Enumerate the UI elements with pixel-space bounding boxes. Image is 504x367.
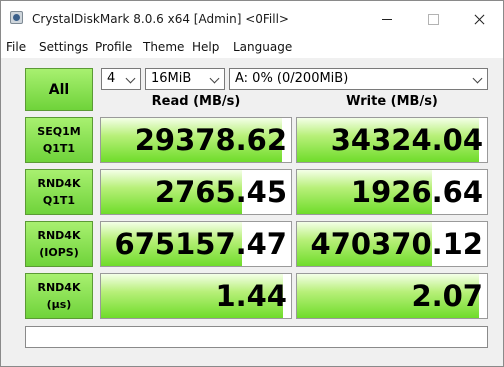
write-result-value: 1926.64: [350, 175, 483, 209]
test-name-line2: Q1T1: [42, 142, 76, 155]
test-name-line2: (μs): [46, 298, 72, 311]
minimize-icon: [382, 18, 392, 20]
write-result-seq1m-q1t1: 34324.04: [296, 117, 488, 163]
crystaldiskmark-app-icon: [10, 11, 23, 24]
title-bar[interactable]: CrystalDiskMark 8.0.6 x64 [Admin] <0Fill…: [1, 1, 503, 37]
test-name-line1: RND4K: [37, 229, 81, 242]
chevron-down-icon: [472, 73, 483, 84]
test-size-select[interactable]: 16MiB: [145, 68, 225, 90]
test-count-select[interactable]: 4: [101, 68, 141, 90]
comment-input[interactable]: [25, 326, 488, 348]
write-result-value: 2.07: [411, 279, 483, 313]
write-column-header: Write (MB/s): [346, 94, 438, 109]
chevron-down-icon: [125, 73, 136, 84]
run-all-button[interactable]: All: [25, 68, 93, 111]
read-result-rnd4k-latency: 1.44: [100, 273, 292, 319]
close-button[interactable]: [456, 1, 502, 37]
maximize-button[interactable]: [410, 1, 456, 37]
app-window: CrystalDiskMark 8.0.6 x64 [Admin] <0Fill…: [0, 0, 504, 367]
read-result-value: 2765.45: [154, 175, 287, 209]
menu-help[interactable]: Help: [192, 40, 219, 54]
read-result-rnd4k-iops: 675157.47: [100, 221, 292, 267]
test-button-seq1m-q1t1[interactable]: SEQ1M Q1T1: [25, 117, 93, 163]
write-result-rnd4k-iops: 470370.12: [296, 221, 488, 267]
write-result-value: 34324.04: [330, 123, 483, 157]
test-name-line1: RND4K: [37, 281, 81, 294]
read-result-seq1m-q1t1: 29378.62: [100, 117, 292, 163]
write-result-value: 470370.12: [310, 227, 483, 261]
read-result-value: 1.44: [215, 279, 287, 313]
chevron-down-icon: [209, 73, 220, 84]
menu-bar: File Settings Profile Theme Help Languag…: [1, 37, 503, 58]
write-result-rnd4k-latency: 2.07: [296, 273, 488, 319]
menu-profile[interactable]: Profile: [95, 40, 132, 54]
test-size-value: 16MiB: [151, 71, 192, 86]
window-title: CrystalDiskMark 8.0.6 x64 [Admin] <0Fill…: [32, 12, 289, 26]
read-result-value: 675157.47: [114, 227, 287, 261]
close-icon: [474, 14, 485, 25]
test-button-rnd4k-latency[interactable]: RND4K (μs): [25, 273, 93, 319]
test-button-rnd4k-q1t1[interactable]: RND4K Q1T1: [25, 169, 93, 215]
write-result-rnd4k-q1t1: 1926.64: [296, 169, 488, 215]
menu-settings[interactable]: Settings: [39, 40, 88, 54]
test-name-line2: (IOPS): [39, 246, 79, 259]
menu-theme[interactable]: Theme: [143, 40, 184, 54]
main-panel: All 4 16MiB A: 0% (0/200MiB) Read (MB/s)…: [1, 58, 503, 366]
menu-file[interactable]: File: [6, 40, 26, 54]
drive-select[interactable]: A: 0% (0/200MiB): [229, 68, 488, 90]
test-name-line2: Q1T1: [42, 194, 76, 207]
drive-value: A: 0% (0/200MiB): [235, 71, 349, 86]
read-result-rnd4k-q1t1: 2765.45: [100, 169, 292, 215]
test-name-line1: RND4K: [37, 177, 81, 190]
minimize-button[interactable]: [364, 1, 410, 37]
test-count-value: 4: [107, 71, 116, 86]
menu-language[interactable]: Language: [233, 40, 292, 54]
read-result-value: 29378.62: [134, 123, 287, 157]
test-name-line1: SEQ1M: [37, 125, 81, 138]
maximize-icon: [427, 13, 439, 25]
read-column-header: Read (MB/s): [151, 94, 241, 109]
test-button-rnd4k-iops[interactable]: RND4K (IOPS): [25, 221, 93, 267]
